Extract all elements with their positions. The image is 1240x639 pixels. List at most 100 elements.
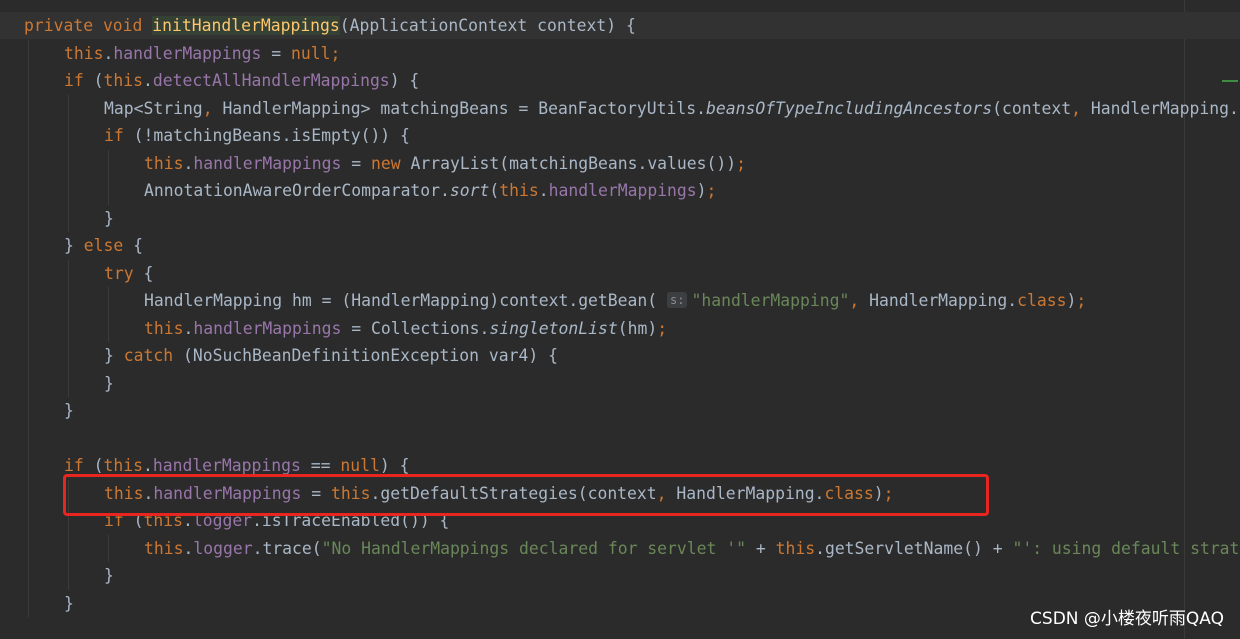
code-token: ==	[300, 456, 341, 475]
code-token: class	[1017, 291, 1067, 310]
code-token: logger	[193, 538, 253, 558]
code-token: ) {	[379, 456, 410, 475]
code-line[interactable]: }	[64, 590, 74, 617]
code-token: HandlerMapping> matchingBeans = BeanFact…	[222, 98, 706, 118]
code-token: }	[104, 208, 114, 228]
code-line[interactable]: private void initHandlerMappings(Applica…	[0, 12, 1240, 39]
code-line[interactable]: }	[104, 562, 114, 589]
change-marker	[1222, 80, 1238, 82]
code-token: AnnotationAwareOrderComparator.	[144, 181, 450, 200]
watermark: CSDN @小楼夜听雨QAQ	[1030, 609, 1224, 629]
code-line[interactable]: Map<String, HandlerMapping> matchingBean…	[104, 95, 1240, 122]
code-token: ;	[706, 181, 717, 200]
code-line[interactable]: AnnotationAwareOrderComparator.sort(this…	[144, 177, 716, 204]
code-token: {	[143, 263, 154, 283]
indent-guide	[68, 94, 69, 232]
code-token: (	[93, 71, 104, 90]
code-token: if	[64, 456, 94, 475]
code-line[interactable]: if (this.detectAllHandlerMappings) {	[64, 67, 419, 94]
code-line[interactable]: if (!matchingBeans.isEmpty()) {	[104, 122, 410, 149]
code-token: }	[64, 236, 84, 255]
code-token: handlerMappings	[113, 43, 262, 63]
code-token: (NoSuchBeanDefinitionException var4) {	[182, 346, 558, 365]
code-token: (	[489, 181, 500, 200]
code-token: if	[64, 71, 94, 90]
indent-guide	[108, 287, 109, 342]
code-token: .getServletName() +	[815, 538, 1013, 558]
code-token: }	[64, 593, 74, 613]
indent-guide	[108, 149, 109, 205]
code-token: }	[104, 566, 114, 585]
code-token: {	[133, 236, 143, 255]
code-token: this	[499, 181, 539, 200]
indent-guide	[68, 259, 69, 397]
code-token: +	[745, 538, 776, 558]
code-token: null;	[291, 43, 341, 63]
indent-guide	[108, 534, 109, 562]
code-token: (ApplicationContext context) {	[339, 16, 636, 35]
code-line[interactable]: this.logger.trace("No HandlerMappings de…	[144, 535, 1240, 562]
code-token: this	[144, 318, 184, 338]
indent-guide	[28, 39, 29, 617]
code-token: this	[103, 71, 143, 90]
code-token: null	[340, 456, 380, 475]
code-token: ;	[736, 153, 747, 173]
code-line[interactable]: this.handlerMappings = null;	[64, 40, 340, 67]
code-token: "No HandlerMappings declared for servlet…	[321, 538, 746, 558]
code-token: try	[104, 263, 144, 283]
code-token: this	[64, 43, 104, 63]
code-token: }	[104, 346, 124, 365]
code-token: Map<String	[104, 98, 203, 118]
code-token: catch	[123, 346, 183, 365]
code-line[interactable]: }	[104, 205, 114, 232]
code-token: .	[142, 71, 153, 90]
code-line[interactable]: this.handlerMappings = new ArrayList(mat…	[144, 150, 746, 177]
code-editor[interactable]: private void initHandlerMappings(Applica…	[0, 0, 1240, 639]
code-token: "handlerMapping"	[691, 291, 850, 310]
code-token: HandlerMapping.class	[1090, 98, 1240, 118]
code-token: HandlerMapping.	[869, 291, 1018, 310]
code-token: ;	[657, 318, 668, 338]
highlight-annotation-box	[63, 474, 989, 516]
code-token: singletonList	[489, 318, 618, 338]
code-token: =	[261, 43, 291, 63]
code-token: .	[183, 153, 194, 173]
code-token: )	[1066, 291, 1077, 310]
code-line[interactable]: }	[64, 397, 74, 424]
code-token: handlerMappings	[193, 318, 342, 338]
code-token: private void	[24, 16, 153, 35]
code-token: = Collections.	[341, 318, 490, 338]
code-line[interactable]: this.handlerMappings = Collections.singl…	[144, 315, 667, 342]
code-token: .trace(	[252, 538, 322, 558]
code-token: beansOfTypeIncludingAncestors	[705, 98, 993, 118]
code-token: =	[341, 153, 371, 173]
code-token: )	[696, 181, 707, 200]
code-token: ,	[849, 291, 870, 310]
code-line[interactable]: } catch (NoSuchBeanDefinitionException v…	[104, 342, 558, 369]
code-token: new	[371, 153, 411, 173]
code-line[interactable]: }	[104, 370, 114, 397]
code-token: .	[183, 538, 194, 558]
code-token: (context	[992, 98, 1072, 118]
code-token: handlerMappings	[193, 153, 342, 173]
code-token: ArrayList(matchingBeans.values())	[410, 153, 737, 173]
code-line[interactable]: } else {	[64, 232, 143, 259]
code-token: "': using default strategies	[1012, 538, 1240, 558]
parameter-hint: s:	[667, 292, 688, 308]
code-token: (hm)	[617, 318, 658, 338]
code-token: .	[142, 456, 153, 475]
code-token: .	[183, 318, 194, 338]
code-token: HandlerMapping hm = (HandlerMapping)cont…	[144, 291, 668, 310]
code-token: ;	[1076, 291, 1087, 310]
code-line[interactable]: HandlerMapping hm = (HandlerMapping)cont…	[144, 287, 1086, 314]
code-token: this	[103, 456, 143, 475]
code-line[interactable]: try {	[104, 260, 153, 287]
code-token: detectAllHandlerMappings	[152, 71, 390, 90]
code-token: (!matchingBeans.isEmpty()) {	[133, 126, 410, 145]
code-token: sort	[449, 181, 490, 200]
code-token: initHandlerMappings	[152, 16, 340, 35]
code-token: .	[538, 181, 549, 200]
code-token: if	[104, 126, 134, 145]
code-token: handlerMappings	[548, 181, 697, 200]
code-token: .	[103, 43, 114, 63]
